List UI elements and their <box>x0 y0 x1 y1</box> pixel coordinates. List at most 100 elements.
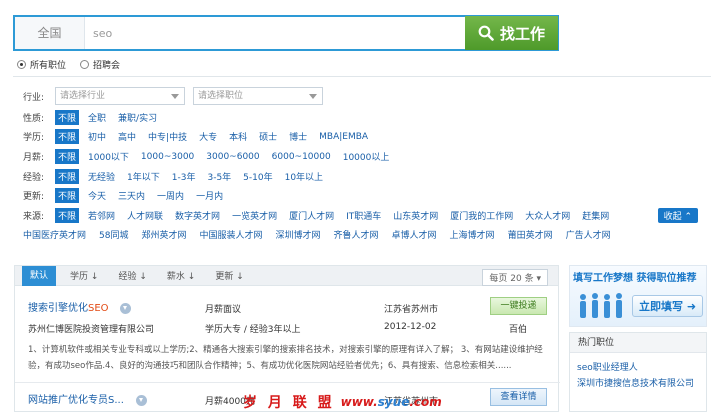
filter-option-source[interactable]: 山东英才网 <box>393 209 438 222</box>
sort-arrow-icon: ↓ <box>139 272 147 282</box>
scope-job-fair[interactable]: 招聘会 <box>80 58 120 71</box>
filter-row-salary: 月薪: 不限 1000以下 1000~3000 3000~6000 6000~10000 1… <box>23 149 401 164</box>
hot-positions: 热门职位 seo职业经理人 深圳市捷搜信息技术有限公司 <box>569 332 707 412</box>
sort-experience[interactable]: 经验 ↓ <box>108 269 156 282</box>
filter-option-education[interactable]: 中专|中技 <box>148 130 187 143</box>
job-dream-banner[interactable]: 填写工作梦想 获得职位推荐 立即填写 ➜ <box>569 265 707 327</box>
per-page-select[interactable]: 每页 20 条 ▾ <box>482 269 548 286</box>
filter-option-salary[interactable]: 6000~10000 <box>272 152 331 162</box>
fill-now-button[interactable]: 立即填写 ➜ <box>632 295 704 317</box>
filter-option-salary[interactable]: 3000~6000 <box>206 152 259 162</box>
filter-option-education[interactable]: 本科 <box>229 130 247 143</box>
industry-select[interactable]: 请选择行业 <box>55 87 185 105</box>
job-location: 江苏省苏州市 <box>384 305 439 315</box>
filter-option-salary[interactable]: 1000~3000 <box>141 152 194 162</box>
position-select[interactable]: 请选择职位 <box>193 87 323 105</box>
job-results: 默认 学历 ↓ 经验 ↓ 薪水 ↓ 更新 ↓ 每页 20 条 ▾ 搜索引擎优化S… <box>14 265 560 412</box>
job-date: 2012-12-02 <box>384 322 437 332</box>
hot-position-company[interactable]: 深圳市捷搜信息技术有限公司 <box>577 376 694 389</box>
filter-option-source[interactable]: 58同城 <box>99 228 128 241</box>
filter-option-updated[interactable]: 一月内 <box>196 189 223 202</box>
filter-option-experience[interactable]: 1-3年 <box>172 170 196 183</box>
city-selector[interactable]: 全国 <box>15 17 85 49</box>
collapse-button[interactable]: 收起 ⌃ <box>657 208 698 223</box>
filter-option-source[interactable]: IT职通车 <box>346 209 381 222</box>
search-icon <box>478 25 494 41</box>
sort-updated[interactable]: 更新 ↓ <box>205 269 253 282</box>
filter-option-education[interactable]: 博士 <box>289 130 307 143</box>
filter-option-source[interactable]: 数字英才网 <box>175 209 220 222</box>
divider <box>13 76 711 77</box>
filter-option-source[interactable]: 广告人才网 <box>566 228 611 241</box>
watermark-site: www.syue.com <box>340 395 442 409</box>
scope-all-jobs[interactable]: 所有职位 <box>17 58 66 71</box>
filter-option-source[interactable]: 不限 <box>55 208 80 223</box>
filter-option-source[interactable]: 一览英才网 <box>232 209 277 222</box>
filter-option-education[interactable]: 大专 <box>199 130 217 143</box>
filter-option-updated[interactable]: 今天 <box>88 189 106 202</box>
hot-position-link[interactable]: seo职业经理人 <box>577 360 638 373</box>
company-name[interactable]: 苏州仁博医院投资管理有限公司 <box>28 322 154 335</box>
filter-row-education: 学历: 不限 初中 高中 中专|中技 大专 本科 硕士 博士 MBA|EMBA <box>23 129 380 144</box>
filter-label: 性质: <box>23 114 45 124</box>
apply-button[interactable]: 一键投递 <box>490 297 547 315</box>
filter-option-nature[interactable]: 不限 <box>55 110 80 125</box>
sort-arrow-icon: ↓ <box>187 272 196 282</box>
filter-option-updated[interactable]: 三天内 <box>118 189 145 202</box>
filter-option-nature[interactable]: 全职 <box>88 111 106 124</box>
filter-option-updated[interactable]: 一周内 <box>157 189 184 202</box>
job-title-link[interactable]: 搜索引擎优化SEO <box>28 299 132 314</box>
filter-option-nature[interactable]: 兼职/实习 <box>118 111 157 124</box>
filter-option-source[interactable]: 大众人才网 <box>525 209 570 222</box>
chevron-down-icon: ▾ <box>536 274 541 284</box>
job-title-link[interactable]: 网站推广优化专员S... <box>28 391 147 406</box>
filter-label: 来源: <box>23 212 45 222</box>
divider <box>15 382 560 383</box>
filter-option-experience[interactable]: 5-10年 <box>243 170 272 183</box>
filter-option-updated[interactable]: 不限 <box>55 188 80 203</box>
filter-option-source[interactable]: 莆田英才网 <box>508 228 553 241</box>
filter-option-salary[interactable]: 10000以上 <box>343 150 390 163</box>
filter-label: 月薪: <box>23 153 45 163</box>
sort-bar: 默认 学历 ↓ 经验 ↓ 薪水 ↓ 更新 ↓ 每页 20 条 ▾ <box>15 265 558 286</box>
search-button[interactable]: 找工作 <box>465 16 558 50</box>
filter-option-education[interactable]: 初中 <box>88 130 106 143</box>
radio-checked-icon <box>17 60 26 69</box>
expand-icon[interactable] <box>135 395 147 406</box>
filter-option-experience[interactable]: 1年以下 <box>127 170 160 183</box>
filter-row-industry: 行业: 请选择行业 请选择职位 <box>23 87 331 105</box>
search-input[interactable] <box>93 17 463 49</box>
filter-option-education[interactable]: MBA|EMBA <box>319 132 368 142</box>
sort-default[interactable]: 默认 <box>22 265 57 286</box>
expand-icon[interactable] <box>120 303 132 314</box>
filter-option-source[interactable]: 中国服装人才网 <box>199 228 262 241</box>
filter-option-experience[interactable]: 3-5年 <box>207 170 231 183</box>
filter-option-source[interactable]: 上海博才网 <box>450 228 495 241</box>
filter-option-source[interactable]: 深圳博才网 <box>276 228 321 241</box>
filter-option-experience[interactable]: 不限 <box>55 169 80 184</box>
search-bar: 全国 找工作 <box>13 15 559 51</box>
filter-option-experience[interactable]: 无经验 <box>88 170 115 183</box>
filter-option-source[interactable]: 齐鲁人才网 <box>334 228 379 241</box>
filter-option-source[interactable]: 人才网联 <box>127 209 163 222</box>
sort-education[interactable]: 学历 ↓ <box>60 269 108 282</box>
filter-option-salary[interactable]: 1000以下 <box>88 150 129 163</box>
job-description: 1、计算机软件或相关专业专科或以上学历;2、精通各大搜索引擎的搜索排名技术，对搜… <box>28 345 543 371</box>
filter-option-source[interactable]: 赶集网 <box>582 209 609 222</box>
watermark: 岁 月 联 盟 www.syue.com <box>243 392 442 412</box>
filter-option-source[interactable]: 厦门人才网 <box>289 209 334 222</box>
filter-option-education[interactable]: 高中 <box>118 130 136 143</box>
filter-option-education[interactable]: 硕士 <box>259 130 277 143</box>
filter-option-source[interactable]: 郑州英才网 <box>141 228 186 241</box>
filter-row-nature: 性质: 不限 全职 兼职/实习 <box>23 110 169 125</box>
view-details-button[interactable]: 查看详情 <box>490 388 547 406</box>
filter-option-source[interactable]: 中国医疗英才网 <box>23 228 86 241</box>
filter-row-experience: 经验: 不限 无经验 1年以下 1-3年 3-5年 5-10年 10年以上 <box>23 169 335 184</box>
filter-option-education[interactable]: 不限 <box>55 129 80 144</box>
filter-option-source[interactable]: 卓博人才网 <box>392 228 437 241</box>
sort-salary[interactable]: 薪水 ↓ <box>157 269 205 282</box>
filter-option-source[interactable]: 厦门我的工作网 <box>450 209 513 222</box>
filter-option-experience[interactable]: 10年以上 <box>285 170 323 183</box>
filter-option-source[interactable]: 若邻网 <box>88 209 115 222</box>
filter-option-salary[interactable]: 不限 <box>55 149 80 164</box>
